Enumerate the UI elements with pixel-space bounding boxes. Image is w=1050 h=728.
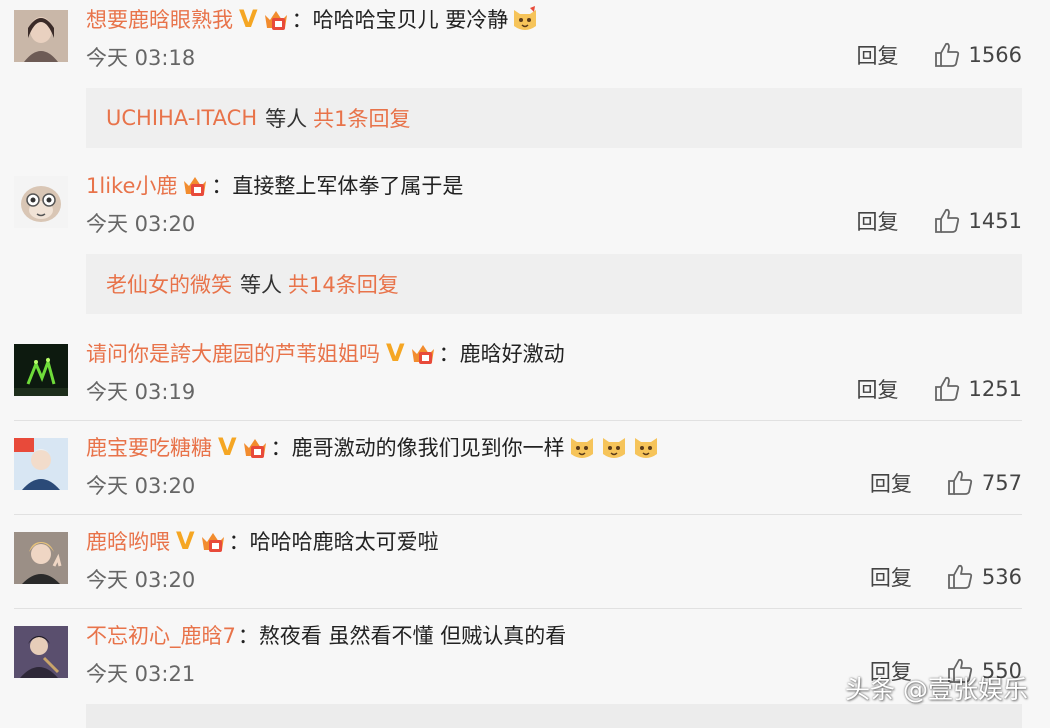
reply-total-link[interactable]: 共1条回复 [313, 103, 410, 133]
comment-actions: 回复 1566 [857, 40, 1022, 70]
comment-text: 直接整上军体拳了属于是 [232, 174, 464, 198]
reply-username[interactable]: UCHIHA-ITACH [106, 106, 257, 130]
comment-text: 哈哈哈宝贝儿 要冷静 [312, 8, 509, 32]
reply-button[interactable]: 回复 [857, 374, 899, 404]
username[interactable]: 1like小鹿 [86, 170, 177, 200]
avatar[interactable] [14, 532, 68, 584]
thumbs-up-icon[interactable] [933, 207, 961, 235]
avatar[interactable] [14, 10, 68, 62]
cat-emoji-icon [599, 432, 629, 462]
reply-summary[interactable]: UCHIHA-ITACH 等人 共1条回复 [86, 88, 1022, 148]
reply-button[interactable]: 回复 [870, 468, 912, 498]
avatar[interactable] [14, 176, 68, 228]
username[interactable]: 不忘初心_鹿晗7 [86, 620, 236, 650]
cat-emoji-icon [510, 4, 540, 34]
like-count: 536 [981, 565, 1022, 589]
comment-list-page: 想要鹿晗眼熟我 V ： 哈哈哈宝贝儿 要冷静 今天 03:18 回复 1566 … [0, 0, 1050, 728]
reply-summary-partial[interactable] [86, 704, 1022, 728]
avatar[interactable] [14, 626, 68, 678]
reply-button[interactable]: 回复 [870, 562, 912, 592]
like-count: 1451 [968, 209, 1022, 233]
comment-text: 哈哈哈鹿晗太可爱啦 [249, 530, 439, 554]
verified-v-icon: V [386, 339, 405, 367]
comment-text: 鹿晗好激动 [459, 342, 565, 366]
divider [14, 514, 1022, 515]
thumbs-up-icon[interactable] [933, 375, 961, 403]
watermark: 头条 @壹张娱乐 [845, 675, 1028, 704]
comment-item: 鹿宝要吃糖糖 V ： 鹿哥激动的像我们见到你一样 今天 03:20 回复 757 [0, 430, 1050, 506]
reply-button[interactable]: 回复 [857, 40, 899, 70]
thumbs-up-icon[interactable] [933, 41, 961, 69]
comment-item: 请问你是誇大鹿园的芦苇姐姐吗 V ： 鹿晗好激动 今天 03:19 回复 125… [0, 336, 1050, 412]
comment-actions: 回复 1451 [857, 206, 1022, 236]
comment-time: 今天 03:20 [86, 474, 196, 498]
crown-member-icon [409, 340, 437, 366]
like-count: 1251 [968, 377, 1022, 401]
crown-member-icon [199, 528, 227, 554]
reply-others-label: 等人 [265, 107, 308, 131]
verified-v-icon: V [218, 433, 237, 461]
username[interactable]: 请问你是誇大鹿园的芦苇姐姐吗 [86, 338, 380, 368]
verified-v-icon: V [176, 527, 195, 555]
comment-time: 今天 03:18 [86, 46, 196, 70]
avatar[interactable] [14, 344, 68, 396]
comment-item: 鹿晗哟喂 V ： 哈哈哈鹿晗太可爱啦 今天 03:20 回复 536 [0, 524, 1050, 600]
comment-actions: 回复 757 [870, 468, 1022, 498]
comment-item: 1like小鹿 ： 直接整上军体拳了属于是 今天 03:20 回复 1451 [0, 168, 1050, 258]
comment-text: 熬夜看 虽然看不懂 但贼认真的看 [258, 624, 567, 648]
cat-emoji-icon [631, 432, 661, 462]
comment-item: 想要鹿晗眼熟我 V ： 哈哈哈宝贝儿 要冷静 今天 03:18 回复 1566 [0, 2, 1050, 92]
comment-time: 今天 03:20 [86, 568, 196, 592]
cat-emoji-icon [567, 432, 597, 462]
like-count: 1566 [968, 43, 1022, 67]
username[interactable]: 想要鹿晗眼熟我 [86, 4, 233, 34]
crown-member-icon [241, 434, 269, 460]
username[interactable]: 鹿晗哟喂 [86, 526, 170, 556]
divider [14, 420, 1022, 421]
username[interactable]: 鹿宝要吃糖糖 [86, 432, 212, 462]
crown-member-icon [262, 6, 290, 32]
verified-v-icon: V [239, 5, 258, 33]
reply-total-link[interactable]: 共14条回复 [288, 269, 399, 299]
avatar[interactable] [14, 438, 68, 490]
like-count: 757 [981, 471, 1022, 495]
comment-time: 今天 03:20 [86, 212, 196, 236]
comment-text: 鹿哥激动的像我们见到你一样 [291, 436, 565, 460]
reply-button[interactable]: 回复 [857, 206, 899, 236]
crown-member-icon [181, 172, 209, 198]
comment-actions: 回复 1251 [857, 374, 1022, 404]
reply-username[interactable]: 老仙女的微笑 [106, 269, 232, 299]
comment-time: 今天 03:19 [86, 380, 196, 404]
reply-others-label: 等人 [240, 273, 282, 297]
comment-actions: 回复 536 [870, 562, 1022, 592]
thumbs-up-icon[interactable] [946, 469, 974, 497]
divider [14, 608, 1022, 609]
reply-summary[interactable]: 老仙女的微笑 等人 共14条回复 [86, 254, 1022, 314]
thumbs-up-icon[interactable] [946, 563, 974, 591]
comment-time: 今天 03:21 [86, 662, 196, 686]
